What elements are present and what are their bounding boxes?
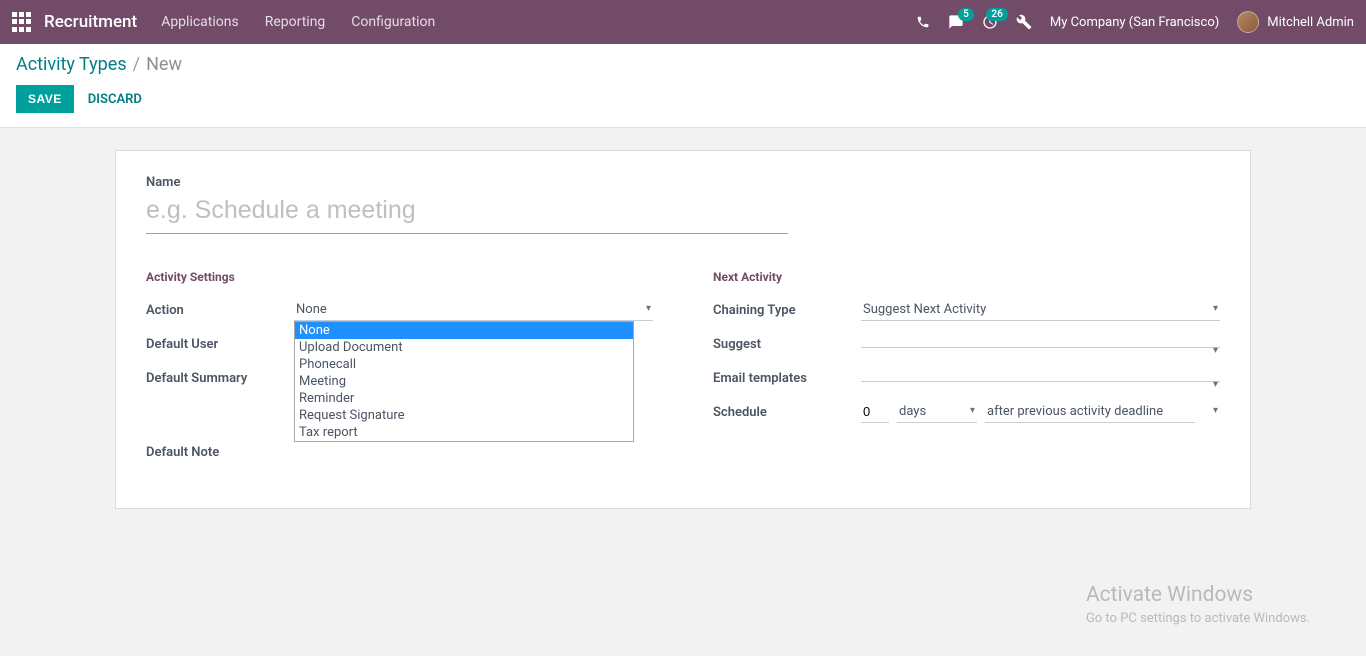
row-default-note: Default Note [146, 440, 653, 464]
watermark-line2: Go to PC settings to activate Windows. [1086, 611, 1310, 626]
apps-icon[interactable] [12, 12, 32, 32]
phone-icon[interactable] [916, 15, 930, 29]
control-panel: Activity Types / New SAVE DISCARD [0, 44, 1366, 128]
suggest-select[interactable] [861, 341, 1220, 348]
action-option-meeting[interactable]: Meeting [295, 373, 633, 390]
label-default-user: Default User [146, 337, 294, 352]
sheet-wrapper: Name Activity Settings Action None ▾ Non… [0, 128, 1366, 531]
row-chaining-type: Chaining Type Suggest Next Activity ▾ [713, 298, 1220, 322]
company-selector[interactable]: My Company (San Francisco) [1050, 15, 1219, 30]
section-next-activity: Next Activity [713, 270, 1220, 284]
breadcrumb: Activity Types / New [16, 54, 1350, 75]
action-bar: SAVE DISCARD [16, 85, 1350, 113]
save-button[interactable]: SAVE [16, 85, 74, 113]
action-option-tax[interactable]: Tax report [295, 424, 633, 441]
top-nav: Recruitment Applications Reporting Confi… [0, 0, 1366, 44]
chat-badge: 5 [958, 8, 974, 21]
action-dropdown: None Upload Document Phonecall Meeting R… [294, 321, 634, 442]
schedule-count-input[interactable] [861, 401, 889, 423]
chat-icon[interactable]: 5 [948, 14, 964, 30]
row-schedule: Schedule days ▾ after previous activity … [713, 400, 1220, 424]
label-chaining-type: Chaining Type [713, 303, 861, 318]
label-default-note: Default Note [146, 445, 294, 460]
action-option-phonecall[interactable]: Phonecall [295, 356, 633, 373]
section-activity-settings: Activity Settings [146, 270, 653, 284]
nav-links: Applications Reporting Configuration [161, 14, 435, 30]
breadcrumb-parent[interactable]: Activity Types [16, 54, 127, 75]
breadcrumb-sep: / [133, 54, 140, 75]
watermark-line1: Activate Windows [1086, 583, 1310, 607]
schedule-unit-select[interactable]: days [897, 401, 977, 423]
nav-right: 5 26 My Company (San Francisco) Mitchell… [916, 11, 1354, 33]
left-column: Activity Settings Action None ▾ None Upl… [146, 270, 653, 474]
activate-windows-watermark: Activate Windows Go to PC settings to ac… [1086, 583, 1310, 626]
label-action: Action [146, 303, 294, 318]
email-templates-select[interactable] [861, 375, 1220, 382]
label-default-summary: Default Summary [146, 371, 294, 386]
chaining-type-select[interactable]: Suggest Next Activity [861, 299, 1220, 321]
breadcrumb-current: New [146, 54, 182, 75]
user-menu[interactable]: Mitchell Admin [1237, 11, 1354, 33]
form-sheet: Name Activity Settings Action None ▾ Non… [115, 150, 1251, 509]
debug-icon[interactable] [1016, 14, 1032, 30]
action-option-upload[interactable]: Upload Document [295, 339, 633, 356]
avatar [1237, 11, 1259, 33]
nav-link-applications[interactable]: Applications [161, 14, 239, 30]
action-option-reminder[interactable]: Reminder [295, 390, 633, 407]
row-email-templates: Email templates ▾ [713, 366, 1220, 390]
action-option-none[interactable]: None [295, 322, 633, 339]
right-column: Next Activity Chaining Type Suggest Next… [713, 270, 1220, 474]
caret-icon: ▾ [1213, 405, 1218, 416]
action-option-signature[interactable]: Request Signature [295, 407, 633, 424]
schedule-relation-select[interactable]: after previous activity deadline [985, 401, 1195, 423]
label-suggest: Suggest [713, 337, 861, 352]
row-suggest: Suggest ▾ [713, 332, 1220, 356]
name-input[interactable] [146, 190, 788, 234]
action-select[interactable]: None [294, 299, 653, 321]
nav-link-configuration[interactable]: Configuration [351, 14, 435, 30]
label-email-templates: Email templates [713, 371, 861, 386]
activity-badge: 26 [986, 8, 1007, 21]
row-action: Action None ▾ None Upload Document Phone… [146, 298, 653, 322]
nav-link-reporting[interactable]: Reporting [265, 14, 326, 30]
activity-icon[interactable]: 26 [982, 14, 998, 30]
discard-button[interactable]: DISCARD [88, 92, 142, 107]
label-schedule: Schedule [713, 405, 861, 420]
app-brand[interactable]: Recruitment [44, 12, 137, 32]
name-label: Name [146, 175, 1220, 190]
user-name: Mitchell Admin [1267, 15, 1354, 30]
